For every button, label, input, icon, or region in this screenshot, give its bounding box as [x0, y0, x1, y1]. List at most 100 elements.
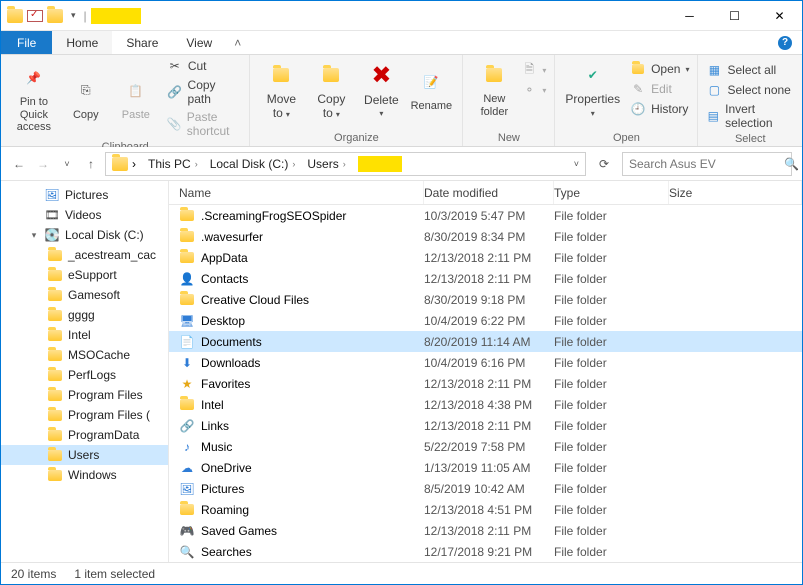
copy-button[interactable]: ⎘ Copy — [61, 57, 111, 139]
list-item[interactable]: ⬇Downloads10/4/2019 6:16 PMFile folder — [169, 352, 802, 373]
ribbon-group-open: ✔ Properties▾ Open ▾ ✎Edit 🕘History Open — [555, 55, 698, 146]
address-dropdown-icon[interactable]: ˅ — [574, 159, 579, 169]
tree-node[interactable]: _acestream_cac — [1, 245, 168, 265]
list-item[interactable]: 🎮Saved Games12/13/2018 2:11 PMFile folde… — [169, 520, 802, 541]
item-type: File folder — [554, 461, 669, 475]
folder-icon — [47, 247, 63, 263]
tree-node[interactable]: ProgramData — [1, 425, 168, 445]
list-item[interactable]: 🖥Desktop10/4/2019 6:22 PMFile folder — [169, 310, 802, 331]
list-item[interactable]: .ScreamingFrogSEOSpider10/3/2019 5:47 PM… — [169, 205, 802, 226]
tree-node[interactable]: Program Files — [1, 385, 168, 405]
tree-node[interactable]: gggg — [1, 305, 168, 325]
select-none-button[interactable]: ▢Select none — [704, 81, 796, 99]
tree-node[interactable]: PerfLogs — [1, 365, 168, 385]
disk-icon: 💽 — [44, 227, 60, 243]
tree-node[interactable]: ▾💽Local Disk (C:) — [1, 225, 168, 245]
file-tab[interactable]: File — [1, 31, 52, 54]
ribbon-collapse-icon[interactable]: ˄ — [226, 31, 249, 54]
easy-access-button[interactable]: ⚬▾ — [519, 81, 548, 99]
open-button[interactable]: Open ▾ — [628, 60, 691, 78]
tree-node[interactable]: Gamesoft — [1, 285, 168, 305]
item-name: Music — [201, 440, 232, 454]
file-list-body[interactable]: .ScreamingFrogSEOSpider10/3/2019 5:47 PM… — [169, 205, 802, 562]
navigation-tree[interactable]: 🖼Pictures🎞Videos▾💽Local Disk (C:)_acestr… — [1, 181, 169, 562]
qat-properties-icon[interactable] — [27, 10, 43, 22]
copy-path-button[interactable]: 🔗Copy path — [165, 77, 244, 107]
maximize-button[interactable]: ☐ — [712, 1, 757, 30]
tree-node[interactable]: Windows — [1, 465, 168, 485]
list-item[interactable]: 🖼Pictures8/5/2019 10:42 AMFile folder — [169, 478, 802, 499]
tree-node-label: gggg — [68, 308, 95, 322]
list-item[interactable]: 📄Documents8/20/2019 11:14 AMFile folder — [169, 331, 802, 352]
rename-button[interactable]: 📝 Rename — [406, 57, 456, 123]
breadcrumb-current-redacted[interactable] — [352, 156, 408, 172]
search-box[interactable]: 🔍 — [622, 152, 792, 176]
easy-access-icon: ⚬ — [521, 82, 537, 98]
select-all-button[interactable]: ▦Select all — [704, 61, 796, 79]
tree-node[interactable]: Intel — [1, 325, 168, 345]
list-item[interactable]: ☁OneDrive1/13/2019 11:05 AMFile folder — [169, 457, 802, 478]
tree-node[interactable]: MSOCache — [1, 345, 168, 365]
share-tab[interactable]: Share — [112, 31, 172, 54]
list-item[interactable]: 👤Contacts12/13/2018 2:11 PMFile folder — [169, 268, 802, 289]
breadcrumb-users[interactable]: Users› — [301, 157, 351, 171]
cut-button[interactable]: ✂Cut — [165, 57, 244, 75]
list-item[interactable]: ★Favorites12/13/2018 2:11 PMFile folder — [169, 373, 802, 394]
nav-up-button[interactable]: ↑ — [83, 157, 99, 171]
qat-folder-icon[interactable] — [47, 9, 63, 23]
window-title-redacted — [91, 8, 141, 24]
address-bar[interactable]: › This PC› Local Disk (C:)› Users› ˅ — [105, 152, 586, 176]
list-item[interactable]: Creative Cloud Files8/30/2019 9:18 PMFil… — [169, 289, 802, 310]
help-button[interactable]: ? — [768, 31, 802, 54]
column-type[interactable]: Type — [554, 181, 669, 204]
edit-button[interactable]: ✎Edit — [628, 80, 691, 98]
column-size[interactable]: Size — [669, 181, 802, 204]
new-folder-button[interactable]: Newfolder — [469, 57, 519, 120]
search-icon[interactable]: 🔍 — [784, 157, 799, 171]
tree-node[interactable]: 🎞Videos — [1, 205, 168, 225]
list-item[interactable]: 🔗Links12/13/2018 2:11 PMFile folder — [169, 415, 802, 436]
breadcrumb-this-pc[interactable]: This PC› — [142, 157, 204, 171]
invert-selection-button[interactable]: ▤Invert selection — [704, 101, 796, 131]
tree-node[interactable]: Program Files ( — [1, 405, 168, 425]
search-input[interactable] — [629, 157, 784, 171]
item-name: OneDrive — [201, 461, 252, 475]
tree-node[interactable]: Users — [1, 445, 168, 465]
minimize-button[interactable]: ─ — [667, 1, 712, 30]
list-item[interactable]: ♪Music5/22/2019 7:58 PMFile folder — [169, 436, 802, 457]
new-item-icon: 🗎 — [521, 62, 537, 78]
searches-icon: 🔍 — [179, 544, 195, 560]
breadcrumb-local-disk[interactable]: Local Disk (C:)› — [204, 157, 302, 171]
refresh-button[interactable]: ⟳ — [592, 152, 616, 176]
tree-node[interactable]: 🖼Pictures — [1, 185, 168, 205]
nav-recent-button[interactable]: ˅ — [59, 159, 75, 169]
view-tab[interactable]: View — [172, 31, 226, 54]
folder-icon — [47, 267, 63, 283]
properties-button[interactable]: ✔ Properties▾ — [561, 57, 624, 121]
list-item[interactable]: AppData12/13/2018 2:11 PMFile folder — [169, 247, 802, 268]
qat-dropdown-icon[interactable]: ▾ — [67, 10, 80, 21]
copy-to-button[interactable]: Copyto ▾ — [306, 57, 356, 123]
column-name[interactable]: Name — [169, 181, 424, 204]
new-item-button[interactable]: 🗎▾ — [519, 61, 548, 79]
list-item[interactable]: .wavesurfer8/30/2019 8:34 PMFile folder — [169, 226, 802, 247]
list-item[interactable]: Intel12/13/2018 4:38 PMFile folder — [169, 394, 802, 415]
column-date[interactable]: Date modified — [424, 181, 554, 204]
select-none-label: Select none — [727, 83, 790, 97]
close-button[interactable]: ✕ — [757, 1, 802, 30]
nav-forward-button[interactable]: → — [35, 157, 51, 171]
ribbon-group-organize: Moveto ▾ Copyto ▾ ✖ Delete▾ 📝 Rename Org… — [250, 55, 463, 146]
rename-icon: 📝 — [415, 66, 447, 98]
expand-icon[interactable]: ▾ — [29, 230, 39, 241]
history-button[interactable]: 🕘History — [628, 100, 691, 118]
nav-back-button[interactable]: ← — [11, 157, 27, 171]
list-item[interactable]: 🔍Searches12/17/2018 9:21 PMFile folder — [169, 541, 802, 562]
home-tab[interactable]: Home — [52, 31, 112, 54]
tree-node[interactable]: eSupport — [1, 265, 168, 285]
pin-to-quick-access-button[interactable]: 📌 Pin to Quickaccess — [7, 57, 61, 139]
list-item[interactable]: Roaming12/13/2018 4:51 PMFile folder — [169, 499, 802, 520]
move-to-button[interactable]: Moveto ▾ — [256, 57, 306, 123]
paste-shortcut-button[interactable]: 📎Paste shortcut — [165, 109, 244, 139]
delete-button[interactable]: ✖ Delete▾ — [356, 57, 406, 123]
paste-button[interactable]: 📋 Paste — [111, 57, 161, 139]
